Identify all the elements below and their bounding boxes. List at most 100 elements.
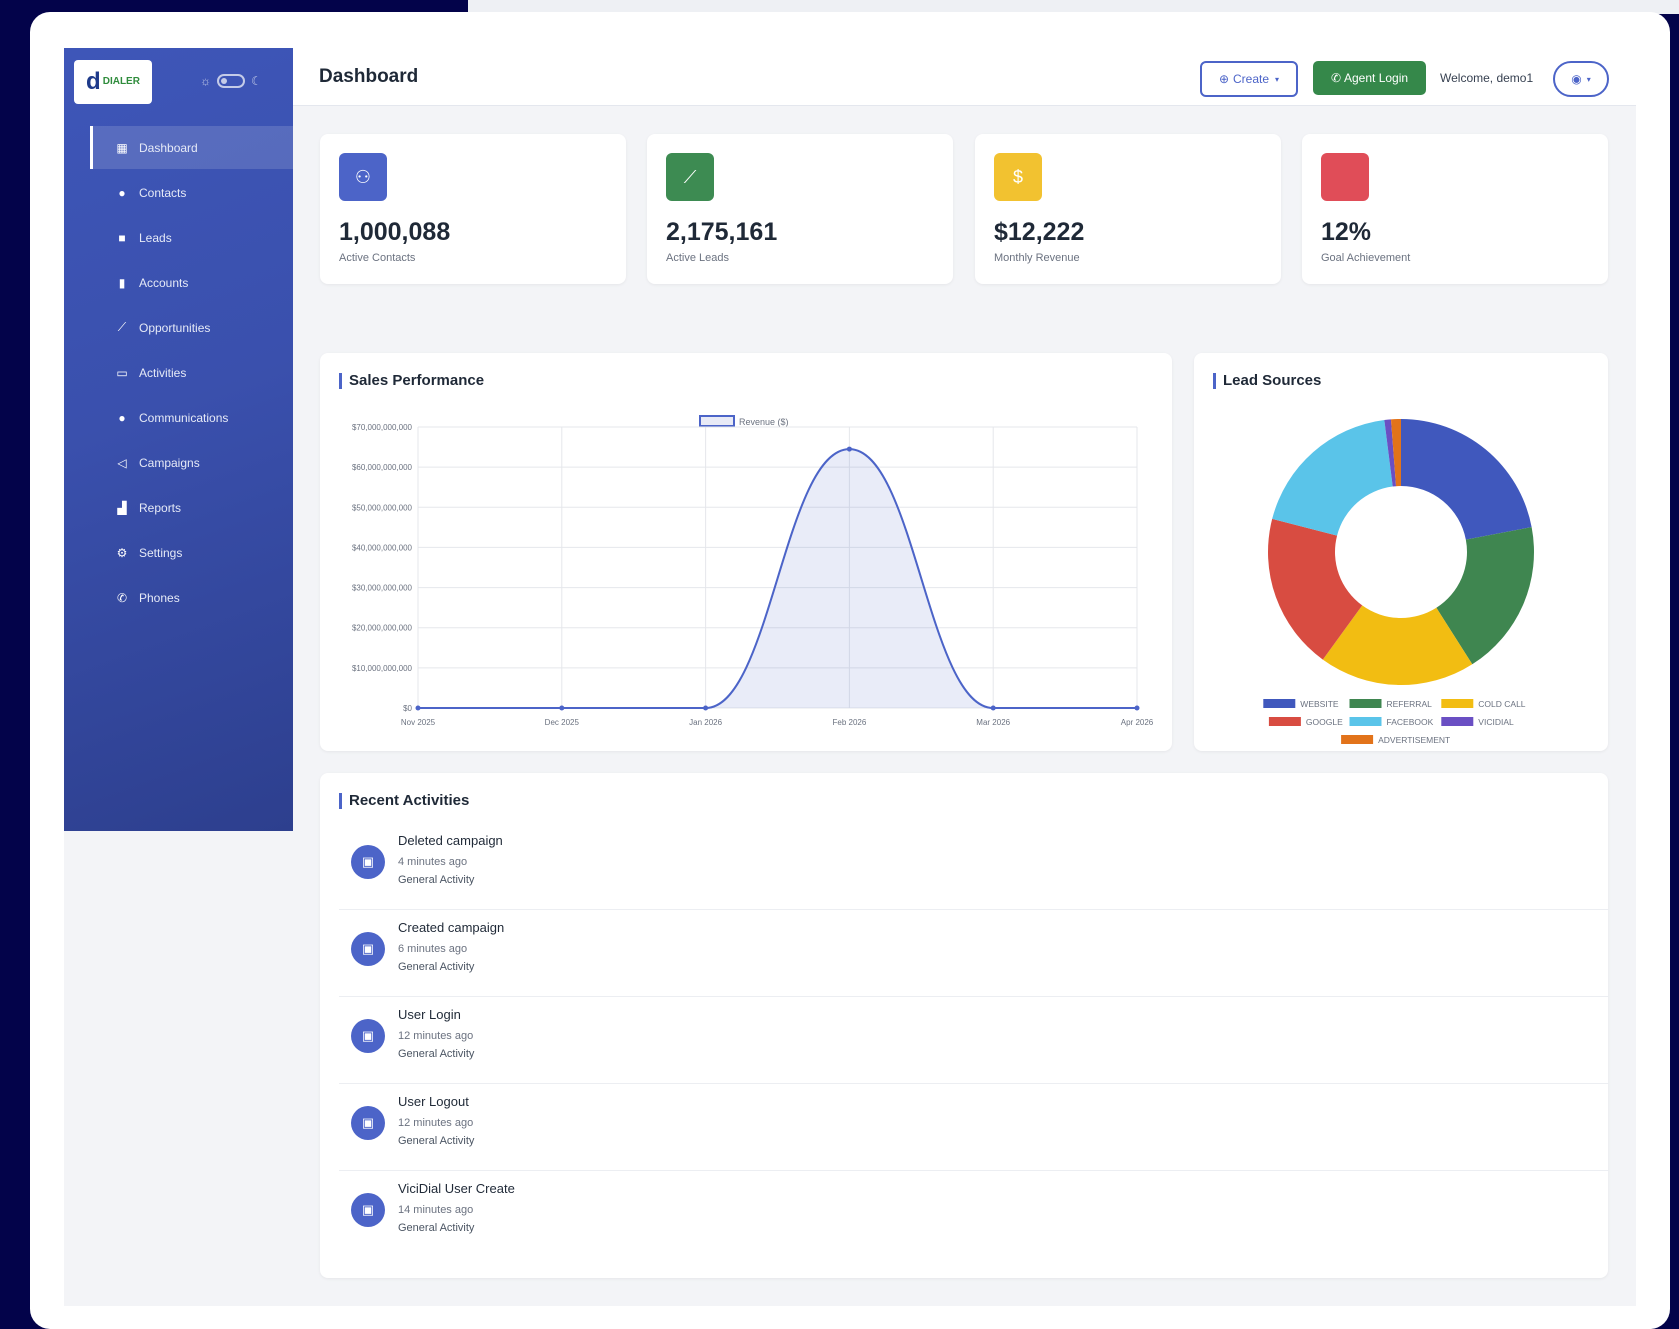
x-tick-label: Dec 2025 xyxy=(545,718,580,727)
building-icon: ▮ xyxy=(118,275,126,290)
x-tick-label: Feb 2026 xyxy=(832,718,866,727)
stat-card-leads: ⟋ 2,175,161 Active Leads xyxy=(647,134,953,284)
activity-category: General Activity xyxy=(398,961,475,973)
legend-label: VICIDIAL xyxy=(1478,717,1514,727)
data-point[interactable] xyxy=(846,446,852,452)
chat-icon: ● xyxy=(118,410,126,425)
chart-line-icon: ⟋ xyxy=(117,320,127,334)
sidebar-item-communications[interactable]: ● Communications xyxy=(90,396,293,439)
pie-slice[interactable] xyxy=(1272,420,1393,536)
activity-title: Deleted campaign xyxy=(398,833,503,848)
data-point[interactable] xyxy=(1134,705,1140,711)
legend-swatch xyxy=(1441,717,1474,726)
legend-label: REFERRAL xyxy=(1387,699,1433,709)
activity-category: General Activity xyxy=(398,874,475,886)
sidebar-item-label: Opportunities xyxy=(139,320,211,335)
phone-icon: ✆ xyxy=(1330,71,1341,85)
activity-time: 6 minutes ago xyxy=(398,943,468,955)
stat-value: 2,175,161 xyxy=(666,218,778,246)
sidebar-item-settings[interactable]: ⚙ Settings xyxy=(90,531,293,574)
note-icon: ▣ xyxy=(351,1019,385,1053)
note-icon: ▣ xyxy=(351,845,385,879)
grid-icon: ▦ xyxy=(116,140,128,155)
sidebar-item-opportunities[interactable]: ⟋ Opportunities xyxy=(90,306,293,349)
y-tick-label: $30,000,000,000 xyxy=(352,584,413,593)
sidebar-item-label: Contacts xyxy=(139,185,187,200)
calendar-icon: ▭ xyxy=(116,365,128,380)
stat-label: Monthly Revenue xyxy=(994,252,1080,264)
data-point[interactable] xyxy=(415,705,421,711)
sidebar-item-contacts[interactable]: ● Contacts xyxy=(90,171,293,214)
activity-item[interactable]: ▣ ViciDial User Create 14 minutes ago Gener… xyxy=(339,1171,1609,1258)
page-title: Dashboard xyxy=(319,66,419,87)
chevron-down-icon: ▾ xyxy=(1275,74,1280,84)
sidebar-item-reports[interactable]: ▟ Reports xyxy=(90,486,293,529)
y-tick-label: $10,000,000,000 xyxy=(352,664,413,673)
note-icon: ▣ xyxy=(351,1193,385,1227)
stat-card-revenue: $ $12,222 Monthly Revenue xyxy=(975,134,1281,284)
activity-category: General Activity xyxy=(398,1222,475,1234)
create-button-label: Create xyxy=(1233,72,1270,86)
top-header: Dashboard ⊕ Create ▾ ✆ Agent Login Welco… xyxy=(293,48,1636,106)
data-point[interactable] xyxy=(990,705,996,711)
legend-label: Revenue ($) xyxy=(739,417,789,427)
stat-value: $12,222 xyxy=(994,218,1085,246)
activity-item[interactable]: ▣ Created campaign 6 minutes ago General Ac… xyxy=(339,910,1609,997)
briefcase-icon: ■ xyxy=(118,230,126,245)
sidebar-item-leads[interactable]: ■ Leads xyxy=(90,216,293,259)
sidebar-item-label: Accounts xyxy=(139,275,189,290)
x-tick-label: Nov 2025 xyxy=(401,718,436,727)
activity-category: General Activity xyxy=(398,1048,475,1060)
legend-label: FACEBOOK xyxy=(1387,717,1434,727)
sidebar-item-dashboard[interactable]: ▦ Dashboard xyxy=(90,126,293,169)
bar-chart-icon: ▟ xyxy=(117,500,127,515)
note-icon: ▣ xyxy=(351,932,385,966)
sidebar-item-accounts[interactable]: ▮ Accounts xyxy=(90,261,293,304)
legend-swatch xyxy=(1341,735,1374,744)
screenshot-frame: d DIALER ☼ ☾ ▦ Dashboard ● Contacts ■ Le… xyxy=(30,12,1670,1329)
sidebar-item-campaigns[interactable]: ◁ Campaigns xyxy=(90,441,293,484)
user-icon: ● xyxy=(118,185,126,200)
note-icon: ▣ xyxy=(351,1106,385,1140)
welcome-text: Welcome, demo1 xyxy=(1440,71,1534,85)
activity-item[interactable]: ▣ Deleted campaign 4 minutes ago General Ac… xyxy=(339,823,1609,910)
sales-performance-card: Sales Performance Revenue ($) $70,000,000… xyxy=(320,353,1172,751)
toggle-switch[interactable] xyxy=(217,74,245,88)
stat-card-goal: 12% Goal Achievement xyxy=(1302,134,1608,284)
y-tick-label: $40,000,000,000 xyxy=(352,543,413,552)
legend-swatch xyxy=(1349,699,1382,708)
legend-label: ADVERTISEMENT xyxy=(1378,735,1450,745)
sidebar-item-label: Phones xyxy=(139,590,180,605)
theme-toggle[interactable]: ☼ ☾ xyxy=(200,74,262,88)
sidebar-item-activities[interactable]: ▭ Activities xyxy=(90,351,293,394)
trend-icon: ⟋ xyxy=(666,153,714,201)
logo-text: DIALER xyxy=(102,76,140,87)
agent-login-button[interactable]: ✆ Agent Login xyxy=(1313,61,1426,95)
megaphone-icon: ◁ xyxy=(117,455,127,470)
activity-item[interactable]: ▣ User Logout 12 minutes ago General Activi… xyxy=(339,1084,1609,1171)
sidebar-nav: ▦ Dashboard ● Contacts ■ Leads ▮ Account… xyxy=(90,126,293,621)
lead-sources-chart: WEBSITE REFERRAL COLD CALL GOOGLE FACEBOOK VI… xyxy=(1263,419,1534,745)
recent-activities-card: Recent Activities ▣ Deleted campaign 4 min… xyxy=(320,773,1609,1278)
stat-value: 1,000,088 xyxy=(339,218,451,246)
sidebar-item-label: Settings xyxy=(139,545,183,560)
sidebar-item-label: Campaigns xyxy=(139,455,200,470)
user-menu-button[interactable]: ◉ ▾ xyxy=(1553,61,1609,97)
target-icon xyxy=(1321,153,1369,201)
moon-icon: ☾ xyxy=(251,74,262,88)
sidebar-item-label: Communications xyxy=(139,410,229,425)
activity-item[interactable]: ▣ User Login 12 minutes ago General Activit… xyxy=(339,997,1609,1084)
legend-label: WEBSITE xyxy=(1300,699,1339,709)
create-button[interactable]: ⊕ Create ▾ xyxy=(1200,61,1298,97)
activity-title: User Login xyxy=(398,1007,461,1022)
sidebar-item-phones[interactable]: ✆ Phones xyxy=(90,576,293,619)
sidebar-item-label: Reports xyxy=(139,500,182,515)
x-tick-label: Mar 2026 xyxy=(976,718,1010,727)
activity-title: Created campaign xyxy=(398,920,505,935)
data-point[interactable] xyxy=(559,705,565,711)
logo[interactable]: d DIALER xyxy=(74,60,152,104)
logo-mark: d xyxy=(86,68,101,95)
pie-slice[interactable] xyxy=(1401,419,1532,540)
data-point[interactable] xyxy=(703,705,709,711)
phone-icon: ✆ xyxy=(116,590,128,605)
